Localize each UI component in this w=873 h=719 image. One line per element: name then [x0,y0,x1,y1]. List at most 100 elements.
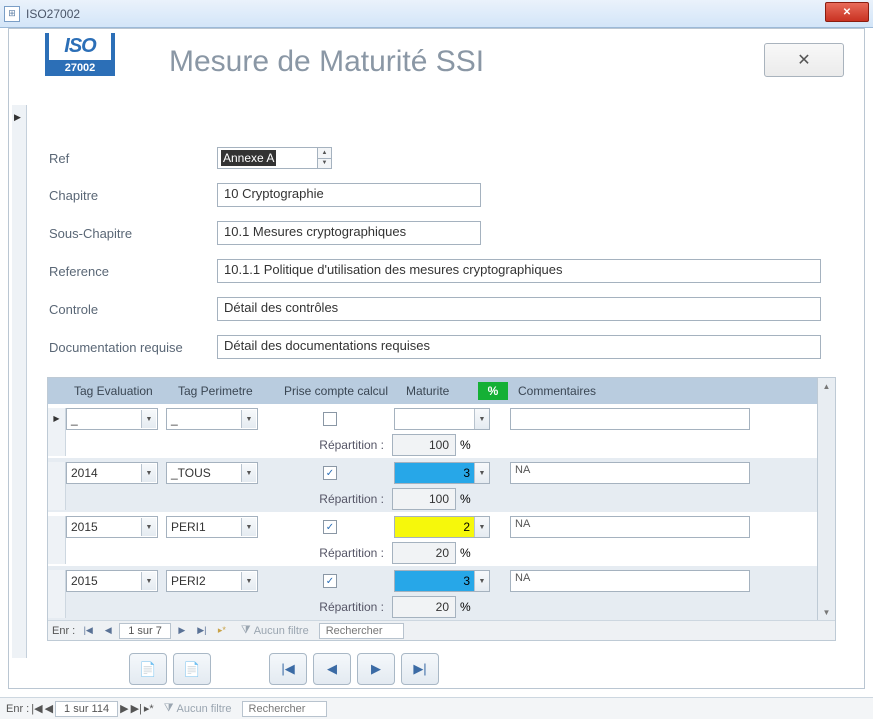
close-form-button[interactable]: ✕ [764,43,844,77]
nav-next-button[interactable]: ▶ [173,623,191,639]
outer-nav-last[interactable]: ▶| [131,702,142,715]
prise-compte-checkbox[interactable] [323,412,337,426]
subform-row: 2015▼ PERI2▼ ✓ 3▼ NA Répartition : 20 % [48,566,835,620]
last-icon: ▶| [413,661,426,677]
repartition-label: Répartition : [264,546,392,560]
scroll-up-icon[interactable]: ▲ [818,378,835,394]
ref-spinner-up[interactable]: ▲ [317,148,331,159]
nav-new-button[interactable]: ▸* [213,623,231,639]
prise-compte-checkbox[interactable]: ✓ [323,520,337,534]
window-form-icon: ⊞ [4,6,20,22]
repartition-label: Répartition : [264,438,392,452]
tag-perimetre-combo[interactable]: _▼ [166,408,258,430]
maturite-combo[interactable]: ▼ [394,408,490,430]
evaluations-subform: Tag Evaluation Tag Perimetre Prise compt… [47,377,836,641]
commentaires-input[interactable]: NA [510,462,750,484]
dropdown-icon[interactable]: ▼ [474,463,489,483]
row-selector[interactable] [48,462,66,510]
new-record-icon: 📄 [139,661,156,678]
outer-nav-position[interactable]: 1 sur 114 [55,701,118,717]
outer-nav-new: ▸* [144,702,154,715]
nav-prev-button[interactable]: ◀ [99,623,117,639]
ref-label: Ref [49,151,217,166]
chapitre-input[interactable]: 10 Cryptographie [217,183,481,207]
repartition-input[interactable]: 20 [392,542,456,564]
row-selector[interactable] [48,408,66,456]
record-selector-bar[interactable] [12,105,27,658]
dropdown-icon[interactable]: ▼ [141,518,156,536]
close-icon: ✕ [843,7,851,18]
repartition-input[interactable]: 20 [392,596,456,618]
maturite-combo[interactable]: 3▼ [394,462,490,484]
tag-evaluation-combo[interactable]: 2014▼ [66,462,158,484]
delete-record-button[interactable]: 📄 [173,653,211,685]
commentaires-input[interactable] [510,408,750,430]
souschapitre-input[interactable]: 10.1 Mesures cryptographiques [217,221,481,245]
tag-evaluation-combo[interactable]: _▼ [66,408,158,430]
nav-position[interactable]: 1 sur 7 [119,623,171,639]
dropdown-icon[interactable]: ▼ [241,410,256,428]
dropdown-icon[interactable]: ▼ [241,518,256,536]
tag-perimetre-combo[interactable]: _TOUS▼ [166,462,258,484]
tag-evaluation-combo[interactable]: 2015▼ [66,516,158,538]
window-close-button[interactable]: ✕ [825,2,869,22]
dropdown-icon[interactable]: ▼ [141,572,156,590]
current-record-marker-icon [14,109,24,119]
reference-label: Reference [49,264,217,279]
maturite-combo[interactable]: 3▼ [394,570,490,592]
tag-evaluation-combo[interactable]: 2015▼ [66,570,158,592]
form-body: ISO 27002 Mesure de Maturité SSI ✕ Ref A… [8,28,865,689]
maturite-combo[interactable]: 2▼ [394,516,490,538]
nav-search[interactable]: Rechercher [319,623,404,639]
next-record-button[interactable]: ▶ [357,653,395,685]
dropdown-icon[interactable]: ▼ [474,571,489,591]
filter-icon: ⧩ [164,702,174,715]
ref-input[interactable]: Annexe A ▲ ▼ [217,147,332,169]
souschapitre-label: Sous-Chapitre [49,226,217,241]
percent-sign: % [460,600,471,614]
iso-logo-number: 27002 [45,60,115,76]
nav-label: Enr : [52,625,75,637]
outer-nav-first[interactable]: |◀ [31,702,42,715]
commentaires-input[interactable]: NA [510,516,750,538]
col-maturite: Maturite [400,382,478,400]
prise-compte-checkbox[interactable]: ✓ [323,574,337,588]
dropdown-icon[interactable]: ▼ [141,410,156,428]
nav-first-button[interactable]: |◀ [79,623,97,639]
documentation-input[interactable]: Détail des documentations requises [217,335,821,359]
dropdown-icon[interactable]: ▼ [474,517,489,537]
nav-last-button[interactable]: ▶| [193,623,211,639]
row-selector[interactable] [48,570,66,618]
subform-scrollbar[interactable]: ▲ ▼ [817,378,835,620]
outer-nav-filter: ⧩Aucun filtre [164,702,232,715]
ref-spinner-down[interactable]: ▼ [317,159,331,169]
dropdown-icon[interactable]: ▼ [241,464,256,482]
tag-perimetre-combo[interactable]: PERI2▼ [166,570,258,592]
outer-nav-next[interactable]: ▶ [120,702,128,715]
subform-row: 2014▼ _TOUS▼ ✓ 3▼ NA Répartition : 100 % [48,458,835,512]
row-selector[interactable] [48,516,66,564]
repartition-input[interactable]: 100 [392,434,456,456]
first-record-button[interactable]: |◀ [269,653,307,685]
iso-logo-text: ISO [49,35,111,58]
outer-nav-search[interactable]: Rechercher [242,701,327,717]
outer-nav-prev[interactable]: ◀ [45,702,53,715]
record-toolbar: 📄 📄 |◀ ◀ ▶ ▶| [9,641,864,691]
controle-input[interactable]: Détail des contrôles [217,297,821,321]
commentaires-input[interactable]: NA [510,570,750,592]
subform-row: _▼ _▼ ▼ Répartition : 100 % [48,404,835,458]
reference-input[interactable]: 10.1.1 Politique d'utilisation des mesur… [217,259,821,283]
scroll-down-icon[interactable]: ▼ [818,604,835,620]
next-icon: ▶ [371,661,381,677]
prev-record-button[interactable]: ◀ [313,653,351,685]
dropdown-icon[interactable]: ▼ [474,409,489,429]
dropdown-icon[interactable]: ▼ [141,464,156,482]
col-percent: % [478,382,508,400]
prise-compte-checkbox[interactable]: ✓ [323,466,337,480]
tag-perimetre-combo[interactable]: PERI1▼ [166,516,258,538]
scroll-track[interactable] [818,394,835,604]
new-record-button[interactable]: 📄 [129,653,167,685]
last-record-button[interactable]: ▶| [401,653,439,685]
repartition-input[interactable]: 100 [392,488,456,510]
dropdown-icon[interactable]: ▼ [241,572,256,590]
